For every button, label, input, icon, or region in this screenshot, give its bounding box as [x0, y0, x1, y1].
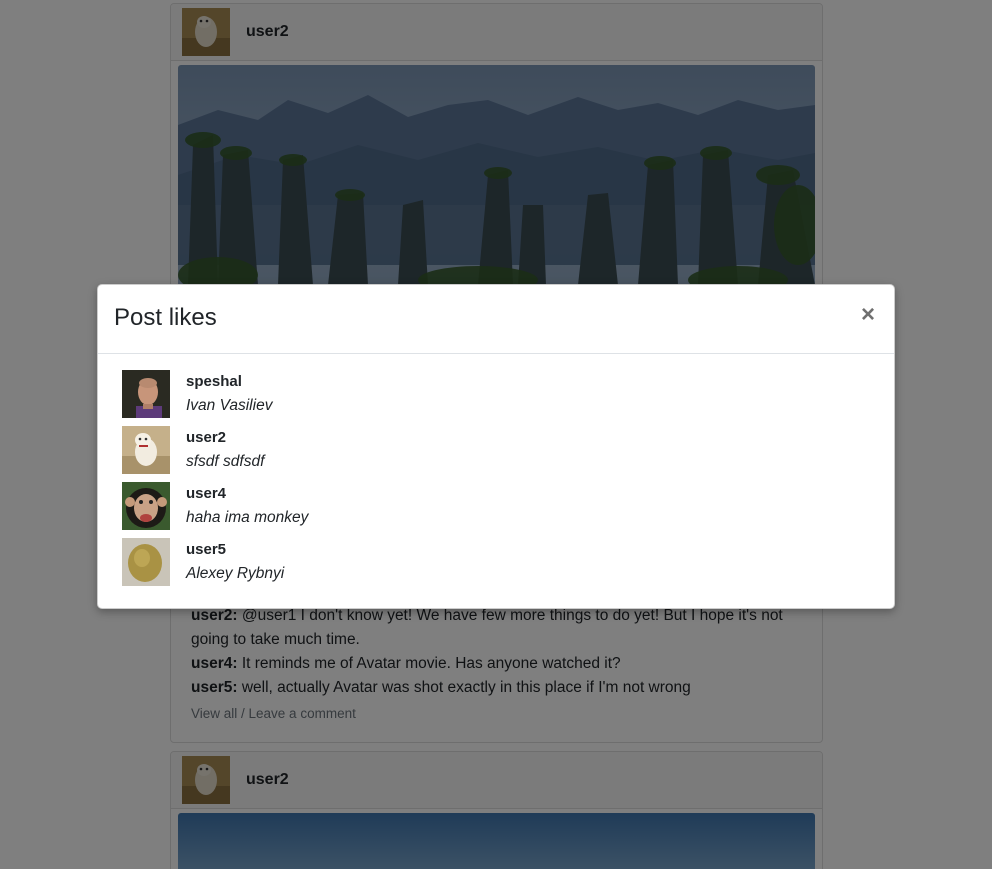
close-button[interactable]: ×: [858, 303, 878, 327]
like-full-name: haha ima monkey: [186, 509, 309, 526]
list-item: speshal Ivan Vasiliev: [122, 370, 870, 426]
like-info: speshal Ivan Vasiliev: [186, 370, 272, 426]
post-likes-modal: Post likes × speshal Ivan Vasiliev user2…: [97, 284, 895, 609]
list-item: user4 haha ima monkey: [122, 482, 870, 538]
like-info: user2 sfsdf sdfsdf: [186, 426, 264, 482]
list-item: user5 Alexey Rybnyi: [122, 538, 870, 594]
like-full-name: Alexey Rybnyi: [186, 565, 285, 582]
avatar[interactable]: [122, 482, 170, 530]
avatar[interactable]: [122, 370, 170, 418]
like-full-name: Ivan Vasiliev: [186, 397, 273, 414]
likes-list: speshal Ivan Vasiliev user2 sfsdf sdfsdf: [98, 354, 894, 594]
like-username[interactable]: user4: [186, 482, 308, 506]
like-full-name: sfsdf sdfsdf: [186, 453, 265, 470]
like-info: user5 Alexey Rybnyi: [186, 538, 284, 594]
modal-header: Post likes ×: [98, 285, 894, 354]
like-username[interactable]: user2: [186, 426, 264, 450]
modal-title: Post likes: [114, 304, 217, 331]
list-item: user2 sfsdf sdfsdf: [122, 426, 870, 482]
like-username[interactable]: user5: [186, 538, 284, 562]
like-info: user4 haha ima monkey: [186, 482, 308, 538]
like-username[interactable]: speshal: [186, 370, 272, 394]
avatar[interactable]: [122, 538, 170, 586]
avatar[interactable]: [122, 426, 170, 474]
